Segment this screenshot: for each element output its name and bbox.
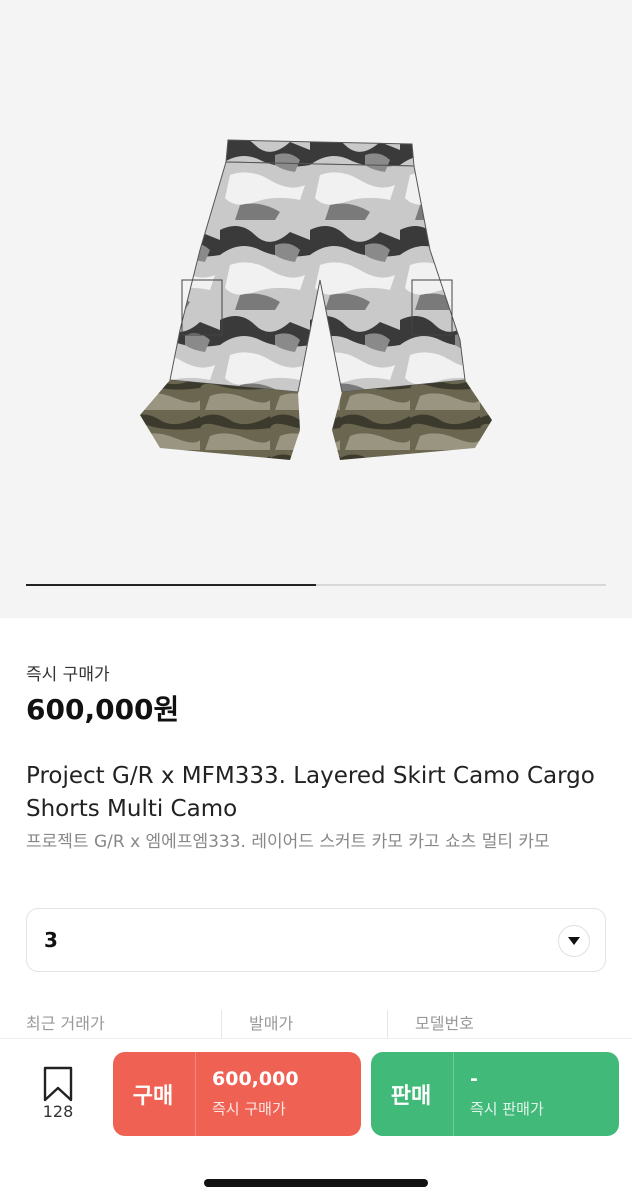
price-value: 600,000원	[26, 693, 180, 726]
product-title-ko: 프로젝트 G/R x 엠에프엠333. 레이어드 스커트 카모 카고 쇼츠 멀티…	[26, 832, 550, 852]
sell-button-label: 판매	[390, 1084, 432, 1109]
buy-button[interactable]: 구매 600,000 즉시 구매가	[113, 1052, 361, 1136]
price-label: 즉시 구매가	[26, 665, 110, 685]
product-image-gallery[interactable]	[0, 0, 632, 618]
meta-divider	[221, 1010, 222, 1040]
buy-button-price: 600,000	[212, 1068, 299, 1090]
bookmark-icon	[43, 1066, 73, 1102]
product-title-en: Project G/R x MFM333. Layered Skirt Camo…	[26, 763, 595, 822]
buy-button-sub: 즉시 구매가	[212, 1100, 286, 1118]
home-indicator[interactable]	[204, 1179, 428, 1187]
sell-button-sub: 즉시 판매가	[470, 1100, 544, 1118]
sell-button-divider	[453, 1052, 454, 1136]
wish-count: 128	[42, 1102, 74, 1121]
product-detail-page: 즉시 구매가 600,000원 Project G/R x MFM333. La…	[0, 0, 632, 1200]
wish-button[interactable]: 128	[30, 1062, 86, 1126]
meta-divider	[387, 1010, 388, 1040]
sell-button-price: -	[470, 1068, 478, 1090]
size-select[interactable]: 3	[26, 908, 606, 972]
chevron-down-icon[interactable]	[558, 925, 590, 957]
gallery-progress-track	[26, 584, 606, 586]
buy-button-divider	[195, 1052, 196, 1136]
buy-button-label: 구매	[132, 1084, 174, 1109]
gallery-progress-fill	[26, 584, 316, 586]
product-image	[140, 139, 492, 460]
sell-button[interactable]: 판매 - 즉시 판매가	[371, 1052, 619, 1136]
size-select-value: 3	[44, 928, 58, 952]
